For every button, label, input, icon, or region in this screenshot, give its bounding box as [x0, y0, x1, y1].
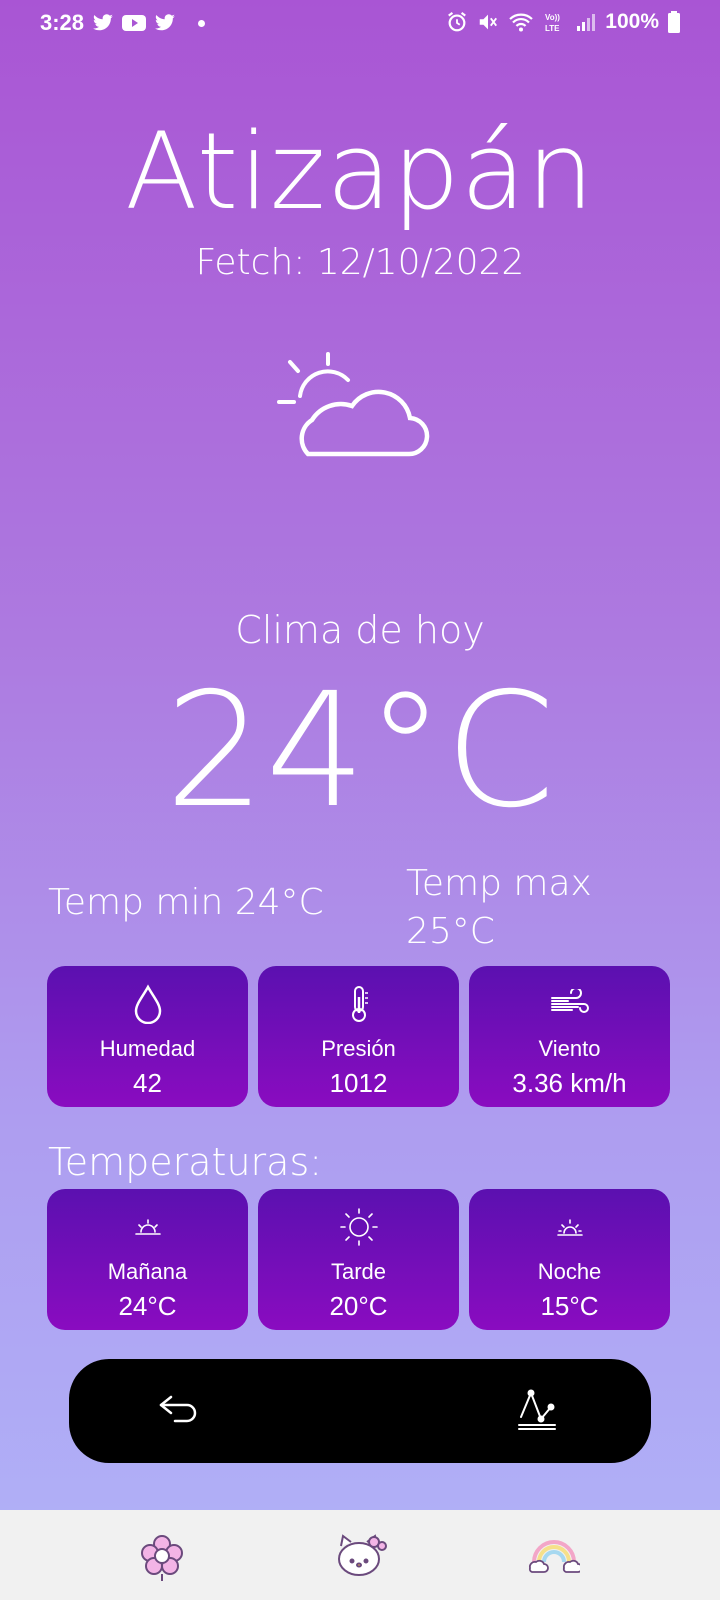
pressure-card: Presión 1012	[258, 966, 459, 1107]
night-value: 15°C	[540, 1291, 599, 1321]
partly-cloudy-icon	[276, 352, 442, 474]
thermometer-icon	[349, 982, 369, 1026]
night-card: Noche 15°C	[469, 1189, 670, 1330]
humidity-value: 42	[133, 1068, 162, 1098]
conditions-row: Humedad 42 Presión 1012 Viento 3.36 km/h	[47, 966, 670, 1107]
battery-icon	[668, 11, 680, 33]
morning-label: Mañana	[107, 1259, 188, 1284]
temperatures-row: Mañana 24°C Tarde 20°C Noche 15°C	[47, 1189, 670, 1330]
svg-text:LTE: LTE	[545, 24, 560, 33]
battery-percent: 100%	[605, 10, 659, 33]
temp-min: Temp min 24°C	[48, 882, 324, 923]
afternoon-card: Tarde 20°C	[258, 1189, 459, 1330]
current-temperature: 24°C	[164, 659, 556, 843]
wifi-icon	[508, 11, 534, 33]
morning-card: Mañana 24°C	[47, 1189, 248, 1330]
alarm-icon	[446, 11, 468, 33]
back-arrow-icon[interactable]	[157, 1389, 201, 1433]
status-left: 3:28	[40, 10, 206, 36]
night-label: Noche	[537, 1259, 602, 1284]
twitter-icon	[92, 14, 114, 32]
water-drop-icon	[133, 982, 163, 1026]
status-bar: 3:28 Vo)) LTE 100%	[0, 0, 720, 44]
wind-value: 3.36 km/h	[512, 1068, 627, 1098]
temp-max: Temp max 25°C	[406, 863, 592, 952]
volte-icon: Vo)) LTE	[543, 11, 567, 33]
bottom-nav	[0, 1510, 720, 1600]
youtube-icon	[122, 14, 147, 32]
today-label: Clima de hoy	[235, 608, 485, 652]
signal-icon	[576, 12, 596, 32]
mute-icon	[477, 11, 499, 33]
action-bar	[69, 1359, 651, 1463]
wind-card: Viento 3.36 km/h	[469, 966, 670, 1107]
afternoon-value: 20°C	[329, 1291, 388, 1321]
morning-value: 24°C	[118, 1291, 177, 1321]
twitter-icon	[154, 14, 176, 32]
humidity-label: Humedad	[99, 1036, 196, 1061]
line-chart-icon[interactable]	[515, 1385, 559, 1437]
city-name: Atizapán	[125, 110, 595, 233]
wind-icon	[550, 982, 590, 1026]
status-right: Vo)) LTE 100%	[446, 10, 680, 34]
kitty-icon[interactable]	[333, 1532, 387, 1582]
wind-label: Viento	[538, 1036, 601, 1061]
sunrise-icon	[134, 1205, 162, 1249]
status-time: 3:28	[40, 10, 85, 35]
fetch-date: Fetch: 12/10/2022	[195, 242, 525, 283]
sun-icon	[339, 1205, 379, 1249]
sunset-icon	[556, 1205, 584, 1249]
svg-text:Vo)): Vo))	[545, 13, 560, 22]
app-screen: 3:28 Vo)) LTE 100% Atizapán Fetch: 12/10…	[0, 0, 720, 1600]
rainbow-icon[interactable]	[528, 1532, 583, 1582]
pressure-value: 1012	[329, 1068, 388, 1098]
pressure-label: Presión	[321, 1036, 396, 1061]
flower-icon[interactable]	[137, 1532, 187, 1582]
afternoon-label: Tarde	[330, 1259, 387, 1284]
temperatures-title: Temperaturas:	[48, 1140, 323, 1184]
notification-dot	[198, 19, 206, 27]
humidity-card: Humedad 42	[47, 966, 248, 1107]
